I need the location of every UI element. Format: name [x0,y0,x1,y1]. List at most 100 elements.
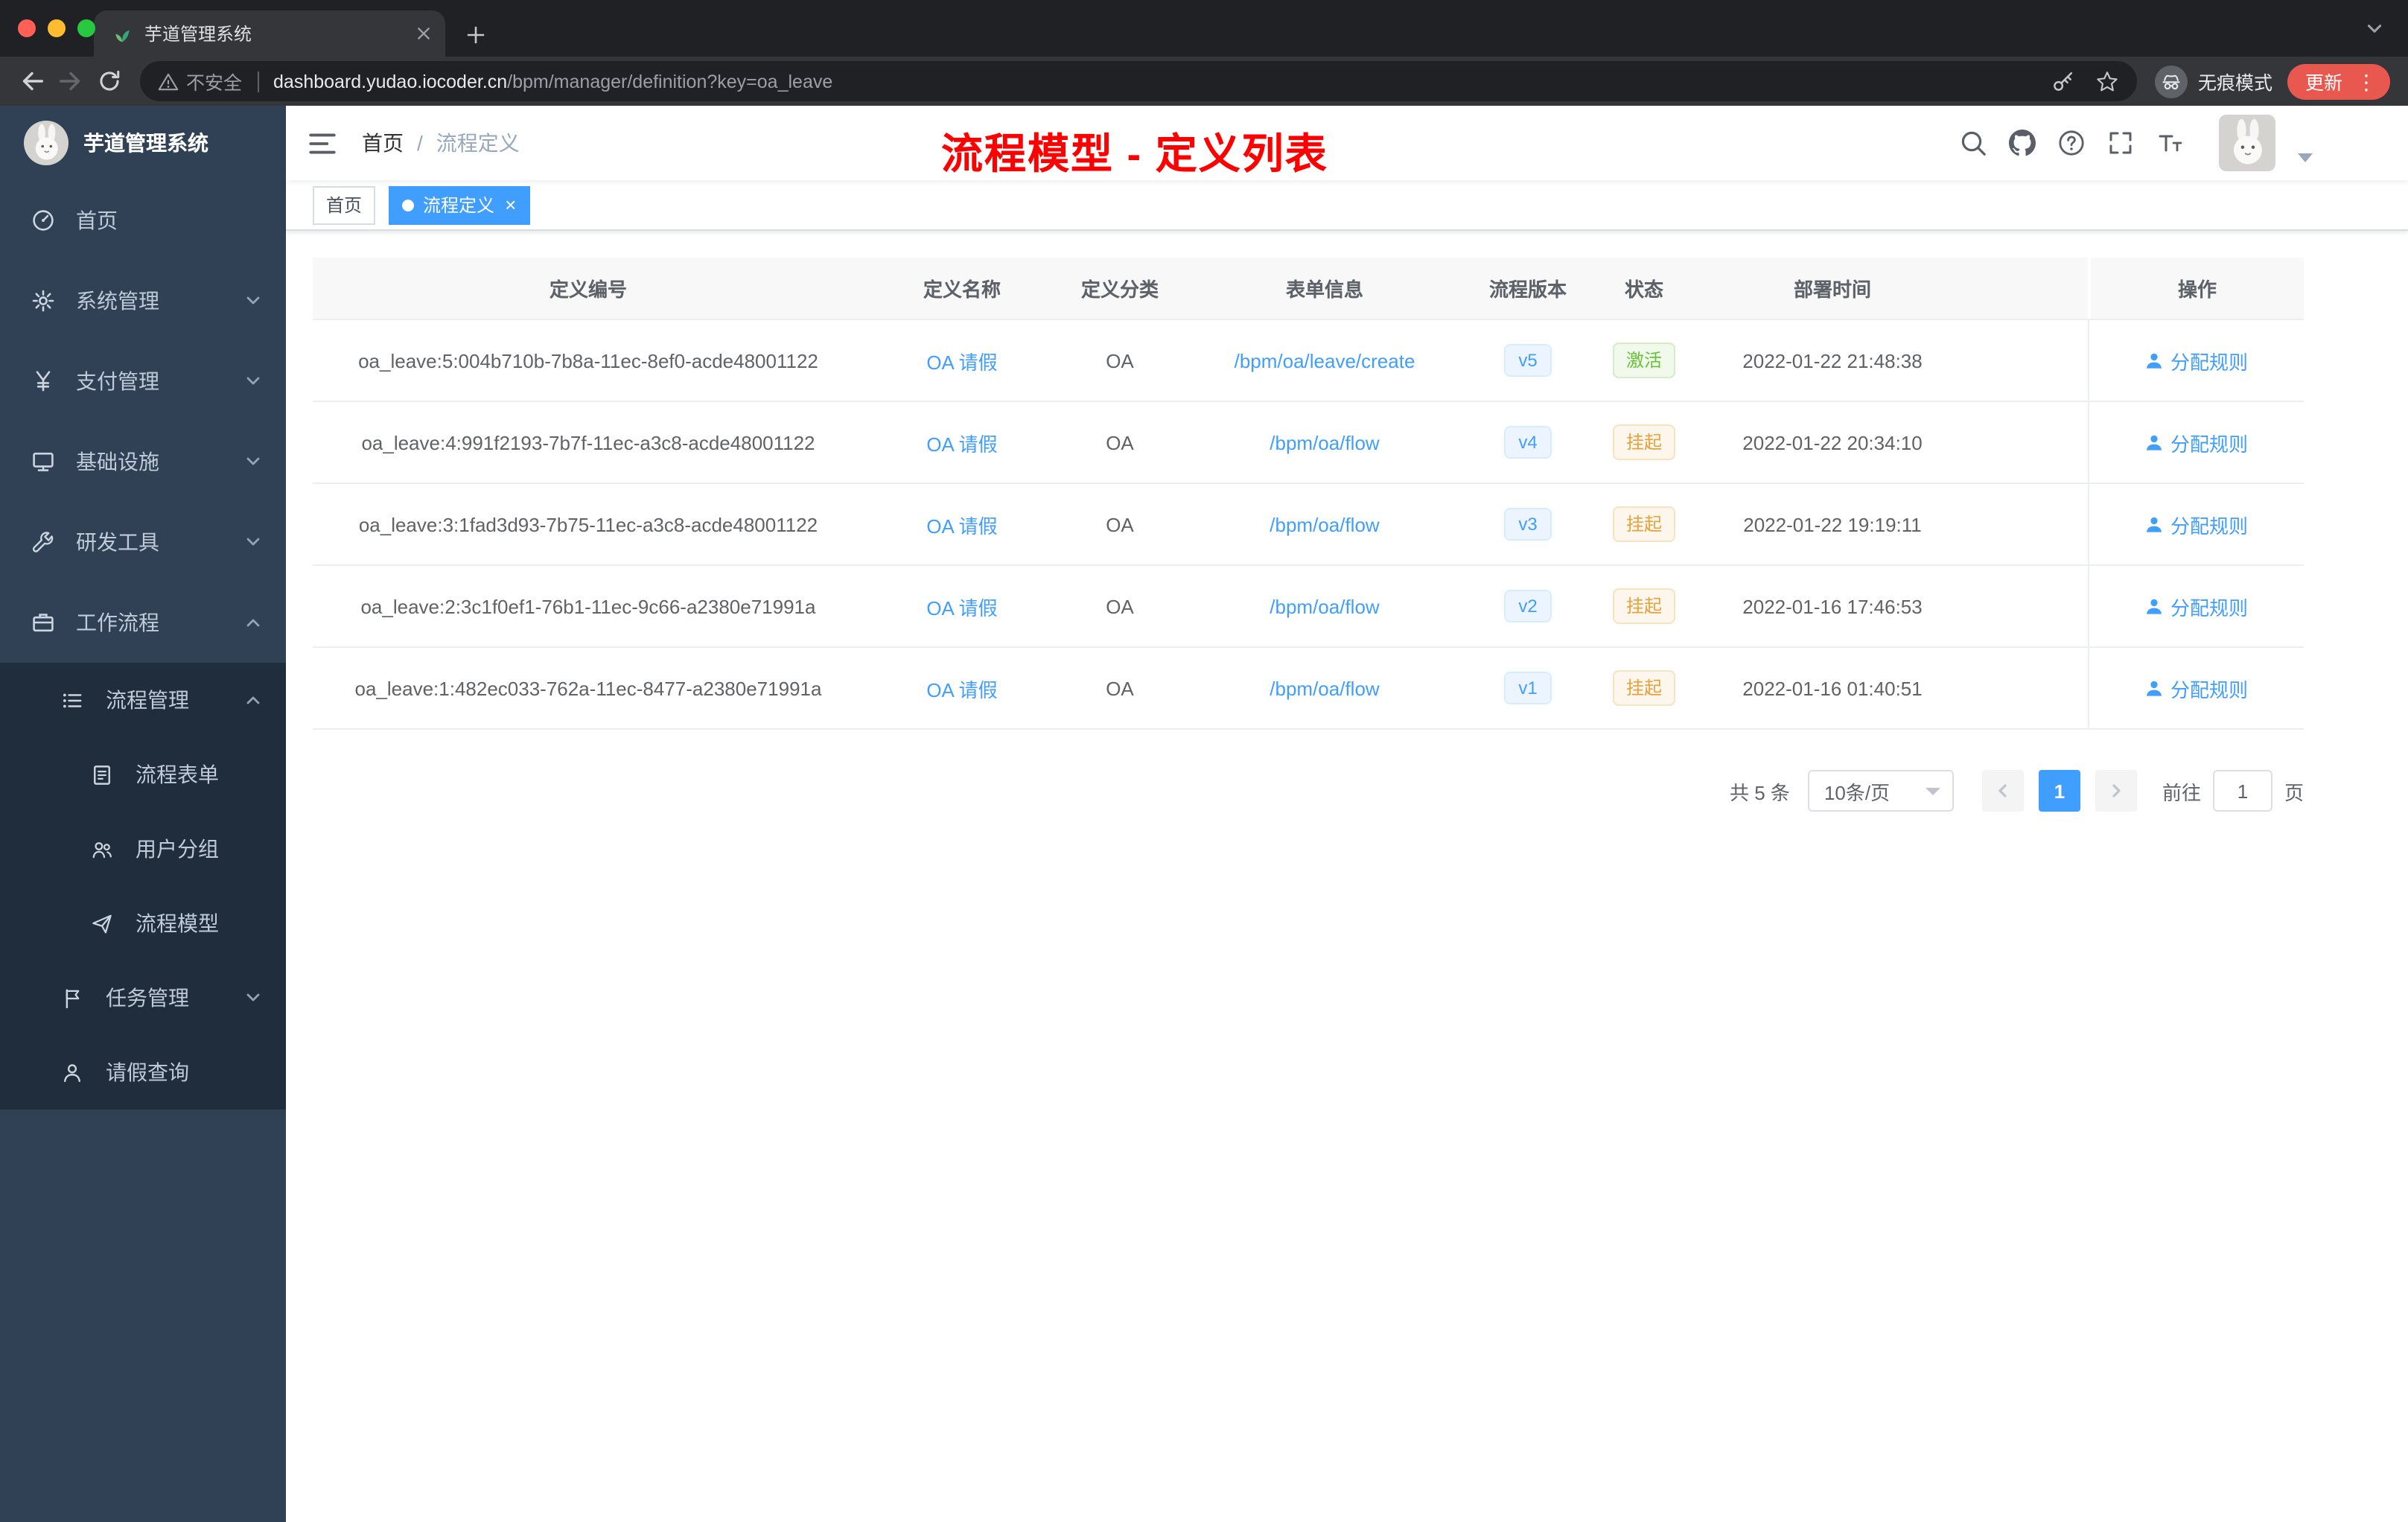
sidebar-toggle-icon[interactable] [307,127,338,159]
user-icon [2145,351,2165,370]
status-badge: 挂起 [1612,424,1675,460]
column-header-id: 定义编号 [549,278,627,301]
sidebar-item-workflow[interactable]: 工作流程 [0,582,286,663]
sidebar-item-home[interactable]: 首页 [0,180,286,261]
search-icon[interactable] [1960,130,1987,156]
prev-page-button[interactable] [1981,770,2024,812]
user-avatar[interactable] [2219,115,2275,171]
tab-search-chevron-icon[interactable] [2365,19,2384,39]
definition-category-cell: OA [1106,595,1134,617]
forward-button[interactable] [51,62,89,101]
reload-button[interactable] [89,62,128,101]
sidebar-item-payment-management[interactable]: 支付管理 [0,341,286,421]
minimize-window-button[interactable] [48,19,66,37]
tag-process-definition[interactable]: 流程定义 × [389,185,530,224]
form-link[interactable]: /bpm/oa/flow [1270,677,1379,699]
navbar-actions [1960,115,2313,171]
sidebar-item-process-form[interactable]: 流程表单 [0,737,286,812]
definition-category-cell: OA [1106,677,1134,699]
status-badge: 挂起 [1612,670,1675,706]
deploy-time-cell: 2022-01-16 17:46:53 [1742,595,1923,617]
sidebar-item-process-model[interactable]: 流程模型 [0,886,286,961]
definition-name-link[interactable]: OA 请假 [926,428,997,456]
definition-category-cell: OA [1106,513,1134,535]
tags-view-bar: 首页 流程定义 × [286,180,2408,231]
status-cell: 挂起 [1586,484,1702,564]
browser-tab[interactable]: 芋道管理系统 [94,10,445,57]
definition-name-link[interactable]: OA 请假 [926,346,997,375]
form-link[interactable]: /bpm/oa/flow [1270,431,1379,453]
table-row: oa_leave:3:1fad3d93-7b75-11ec-a3c8-acde4… [313,484,2304,566]
assign-rule-link[interactable]: 分配规则 [2145,346,2248,375]
deploy-time-cell: 2022-01-16 01:40:51 [1742,677,1923,699]
window-controls [18,19,95,37]
security-warning-icon [158,71,179,92]
assign-rule-link[interactable]: 分配规则 [2145,428,2248,456]
close-window-button[interactable] [18,19,36,37]
avatar-caret-icon[interactable] [2298,153,2313,162]
action-cell: 分配规则 [2088,566,2304,646]
menu-label: 基础设施 [76,450,159,474]
zoom-window-button[interactable] [77,19,95,37]
page-content: 定义编号 定义名称 定义分类 表单信息 流程版本 状态 部署时间 操作 oa_l… [286,231,2408,1522]
password-key-icon[interactable] [2052,70,2074,92]
status-badge: 挂起 [1612,588,1675,624]
select-caret-icon [1925,787,1940,795]
spacer-cell [1963,566,2088,646]
browser-menu-icon[interactable]: ⋮ [2356,71,2377,92]
font-size-icon[interactable] [2156,130,2183,156]
fullscreen-icon[interactable] [2107,130,2134,156]
wrench-icon [30,530,55,554]
chevron-up-icon [244,691,262,709]
back-button[interactable] [12,62,51,101]
tab-close-icon[interactable] [415,25,432,42]
user-icon [2145,515,2165,534]
bookmark-star-icon[interactable] [2095,69,2119,93]
sidebar-item-leave-query[interactable]: 请假查询 [0,1035,286,1109]
sidebar-item-system-management[interactable]: 系统管理 [0,261,286,341]
github-icon[interactable] [2009,130,2036,156]
url-domain: dashboard.yudao.iocoder.cn [273,71,508,92]
definition-name-link[interactable]: OA 请假 [926,674,997,702]
goto-page-input[interactable] [2212,770,2272,812]
sidebar-item-user-group[interactable]: 用户分组 [0,812,286,886]
next-page-button[interactable] [2095,770,2137,812]
sidebar-item-task-management[interactable]: 任务管理 [0,961,286,1035]
table-row: oa_leave:5:004b710b-7b8a-11ec-8ef0-acde4… [313,320,2304,402]
page-number-button[interactable]: 1 [2038,770,2080,812]
spacer-cell [1963,648,2088,728]
form-link[interactable]: /bpm/oa/flow [1270,513,1379,535]
page-size-select[interactable]: 10条/页 [1807,770,1954,812]
assign-rule-link[interactable]: 分配规则 [2145,592,2248,620]
definition-id-cell: oa_leave:2:3c1f0ef1-76b1-11ec-9c66-a2380… [360,595,816,617]
assign-rule-link[interactable]: 分配规则 [2145,510,2248,538]
sidebar-item-infrastructure[interactable]: 基础设施 [0,421,286,502]
table-row: oa_leave:2:3c1f0ef1-76b1-11ec-9c66-a2380… [313,566,2304,648]
help-icon[interactable] [2058,130,2085,156]
sidebar-menu: 首页 系统管理 支付管理 基础设施 研发工具 工作流程 流程管理 流程表单 用户… [0,180,286,1109]
definition-name-link[interactable]: OA 请假 [926,592,997,620]
breadcrumb-home[interactable]: 首页 [362,128,404,158]
form-link[interactable]: /bpm/oa/leave/create [1235,349,1415,372]
tag-close-icon[interactable]: × [505,195,516,214]
version-badge: v4 [1503,426,1552,459]
tag-home[interactable]: 首页 [313,185,376,224]
security-chip[interactable]: 不安全 [158,67,242,95]
tag-label: 首页 [326,195,363,216]
definition-name-link[interactable]: OA 请假 [926,510,997,538]
assign-rule-link[interactable]: 分配规则 [2145,674,2248,702]
url-path: /bpm/manager/definition?key=oa_leave [507,71,833,92]
definition-id-cell: oa_leave:5:004b710b-7b8a-11ec-8ef0-acde4… [358,349,818,372]
process-version-cell: v5 [1470,320,1586,401]
sidebar-item-process-management[interactable]: 流程管理 [0,663,286,737]
table-row: oa_leave:1:482ec033-762a-11ec-8477-a2380… [313,648,2304,730]
assign-rule-label: 分配规则 [2170,678,2248,701]
address-bar[interactable]: 不安全 dashboard.yudao.iocoder.cn/bpm/manag… [140,61,2137,101]
form-link[interactable]: /bpm/oa/flow [1270,595,1379,617]
update-button[interactable]: 更新 ⋮ [2287,63,2390,99]
status-badge: 挂起 [1612,506,1675,542]
new-tab-button[interactable] [466,25,485,45]
definition-name-cell: OA 请假 [864,566,1060,646]
deploy-time-cell: 2022-01-22 19:19:11 [1743,513,1922,535]
sidebar-item-dev-tools[interactable]: 研发工具 [0,502,286,582]
